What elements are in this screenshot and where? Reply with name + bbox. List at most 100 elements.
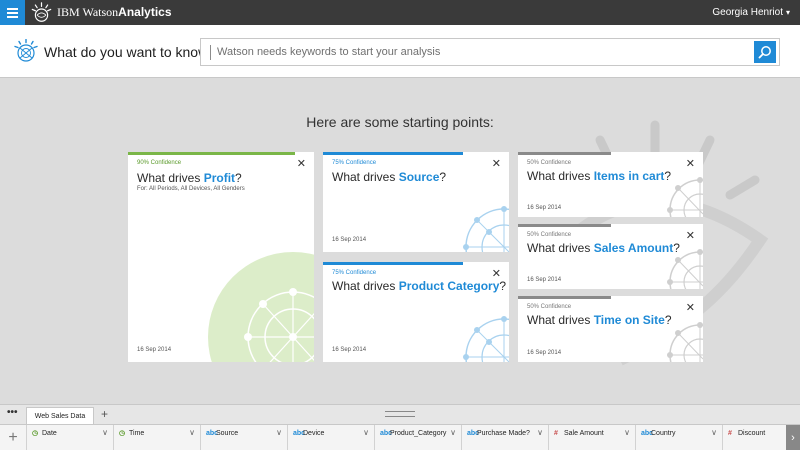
card-question-prefix: What drives <box>527 241 594 255</box>
column-name: Discount <box>738 430 766 437</box>
app-brand: IBM WatsonAnalytics <box>57 5 172 20</box>
chevron-down-icon[interactable]: ∨ <box>537 428 543 437</box>
starting-point-card-sales-amount[interactable]: 50% Confidence ✕ What drives Sales Amoun… <box>518 224 703 289</box>
card-question-keyword: Profit <box>203 171 236 185</box>
chevron-down-icon[interactable]: ∨ <box>276 428 282 437</box>
starting-point-card-profit[interactable]: 90% Confidence ✕ What drives Profit? For… <box>128 152 314 362</box>
column-name: Sale Amount <box>564 430 604 437</box>
card-question-prefix: What drives <box>527 169 594 183</box>
card-question-keyword: Product Category <box>398 279 500 293</box>
confidence-bar <box>323 262 463 265</box>
add-tab-icon[interactable]: + <box>101 407 108 421</box>
caret-down-icon: ▾ <box>785 8 790 17</box>
network-graphic <box>667 177 703 217</box>
column-country[interactable]: abc Country ∨ <box>635 425 722 450</box>
card-question: What drives Items in cart? <box>527 169 671 183</box>
chevron-down-icon[interactable]: ∨ <box>189 428 195 437</box>
card-question-prefix: What drives <box>137 171 204 185</box>
card-question: What drives Sales Amount? <box>527 241 680 255</box>
search-button[interactable] <box>754 41 776 63</box>
card-date: 16 Sep 2014 <box>527 277 562 283</box>
card-question-suffix: ? <box>499 279 507 293</box>
confidence-label: 50% Confidence <box>527 304 572 310</box>
network-graphic <box>208 252 314 362</box>
ask-label: What do you want to know? <box>44 44 216 60</box>
watson-logo-icon <box>31 2 52 22</box>
column-name: Source <box>216 430 239 437</box>
card-question-keyword: Items in cart <box>593 169 665 183</box>
text-cursor <box>210 45 211 60</box>
card-date: 16 Sep 2014 <box>332 347 367 353</box>
confidence-label: 50% Confidence <box>527 160 572 166</box>
add-column-icon[interactable]: + <box>0 425 26 450</box>
starting-point-card-source[interactable]: 75% Confidence ✕ What drives Source? 16 … <box>323 152 509 252</box>
card-date: 16 Sep 2014 <box>137 347 172 353</box>
brand-analytics: Analytics <box>118 5 172 19</box>
column-name: Time <box>129 430 145 437</box>
close-icon[interactable]: ✕ <box>297 157 306 170</box>
chevron-down-icon[interactable]: ∨ <box>624 428 630 437</box>
hash-icon: # <box>728 430 732 437</box>
card-question-suffix: ? <box>235 171 242 185</box>
card-date: 16 Sep 2014 <box>527 205 562 211</box>
starting-point-card-items-in-cart[interactable]: 50% Confidence ✕ What drives Items in ca… <box>518 152 703 217</box>
confidence-bar <box>128 152 296 155</box>
confidence-label: 90% Confidence <box>137 160 182 166</box>
chevron-down-icon[interactable]: ∨ <box>711 428 717 437</box>
search-icon <box>758 46 771 59</box>
hamburger-menu-icon[interactable] <box>0 0 25 25</box>
card-question-keyword: Time on Site <box>593 313 665 327</box>
column-name: Purchase Made? <box>477 430 530 437</box>
brand-ibm-watson: IBM Watson <box>57 5 119 19</box>
card-question-keyword: Source <box>398 170 440 184</box>
network-graphic <box>667 322 703 362</box>
starting-point-card-time-on-site[interactable]: 50% Confidence ✕ What drives Time on Sit… <box>518 296 703 362</box>
hash-icon: # <box>554 430 558 437</box>
card-filter-summary: For: All Periods, All Devices, All Gende… <box>137 186 245 192</box>
card-question-prefix: What drives <box>527 313 594 327</box>
confidence-bar <box>518 224 611 227</box>
close-icon[interactable]: ✕ <box>686 157 695 170</box>
card-question-prefix: What drives <box>332 170 399 184</box>
user-menu[interactable]: Georgia Henriot ▾ <box>712 7 790 18</box>
column-discount[interactable]: # Discount <box>722 425 786 450</box>
close-icon[interactable]: ✕ <box>492 157 501 170</box>
confidence-label: 75% Confidence <box>332 270 377 276</box>
close-icon[interactable]: ✕ <box>686 301 695 314</box>
confidence-bar <box>323 152 463 155</box>
more-options-icon[interactable]: ••• <box>7 407 18 418</box>
column-name: Product_Category <box>390 430 447 437</box>
chevron-down-icon[interactable]: ∨ <box>450 428 456 437</box>
search-input[interactable] <box>217 39 747 65</box>
card-date: 16 Sep 2014 <box>527 350 562 356</box>
network-graphic <box>463 316 509 362</box>
dataset-tab-strip: ••• Web Sales Data + <box>0 404 800 425</box>
chevron-down-icon[interactable]: ∨ <box>102 428 108 437</box>
confidence-bar <box>518 296 611 299</box>
scroll-right-button[interactable]: › <box>786 425 800 450</box>
starting-points-heading: Here are some starting points: <box>306 114 494 130</box>
card-question: What drives Profit? <box>137 171 242 185</box>
card-question: What drives Source? <box>332 170 446 184</box>
clock-icon: ◷ <box>32 430 39 437</box>
close-icon[interactable]: ✕ <box>686 229 695 242</box>
column-product-category[interactable]: abc Product_Category ∨ <box>374 425 461 450</box>
clock-icon: ◷ <box>119 430 126 437</box>
search-box <box>200 38 780 66</box>
column-sale-amount[interactable]: # Sale Amount ∨ <box>548 425 635 450</box>
column-header-bar: + ◷ Date ∨ ◷ Time ∨ abc Source ∨ abc Dev… <box>0 424 800 450</box>
card-date: 16 Sep 2014 <box>332 237 367 243</box>
resize-handle[interactable] <box>385 411 415 417</box>
column-source[interactable]: abc Source ∨ <box>200 425 287 450</box>
top-bar: IBM WatsonAnalytics Georgia Henriot ▾ <box>0 0 800 25</box>
column-time[interactable]: ◷ Time ∨ <box>113 425 200 450</box>
column-device[interactable]: abc Device ∨ <box>287 425 374 450</box>
column-date[interactable]: ◷ Date ∨ <box>26 425 113 450</box>
tab-web-sales-data[interactable]: Web Sales Data <box>26 407 94 425</box>
confidence-label: 75% Confidence <box>332 160 377 166</box>
chevron-down-icon[interactable]: ∨ <box>363 428 369 437</box>
column-purchase-made[interactable]: abc Purchase Made? ∨ <box>461 425 548 450</box>
starting-point-card-product-category[interactable]: 75% Confidence ✕ What drives Product Cat… <box>323 262 509 362</box>
column-name: Date <box>42 430 57 437</box>
ask-bar: What do you want to know? <box>0 25 800 78</box>
